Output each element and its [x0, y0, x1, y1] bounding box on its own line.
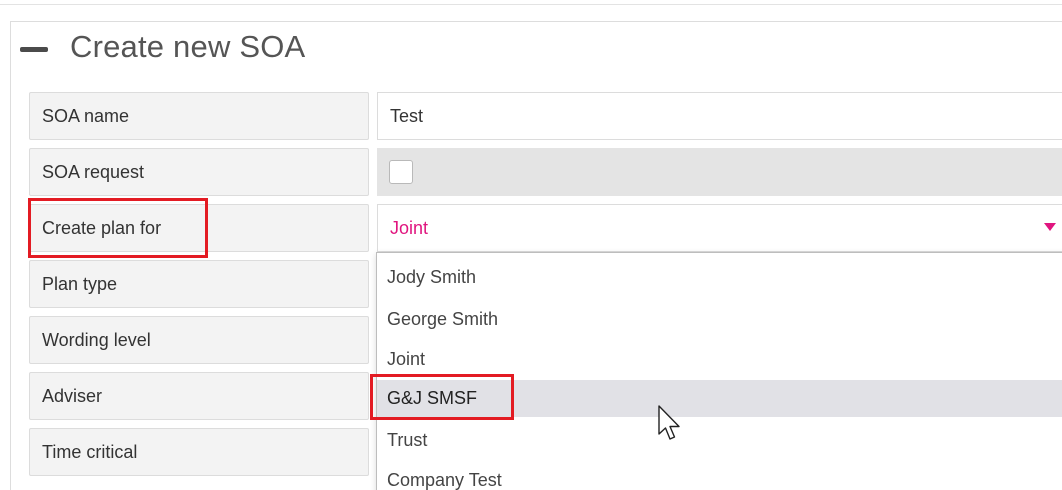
dropdown-option[interactable]: Joint: [377, 341, 1062, 378]
dropdown-option-hovered[interactable]: G&J SMSF: [377, 380, 1062, 417]
plan-type-label: Plan type: [29, 260, 369, 308]
create-plan-for-dropdown: Jody Smith George Smith Joint G&J SMSF T…: [376, 252, 1062, 490]
top-divider: [0, 0, 1062, 5]
page-title: Create new SOA: [70, 29, 306, 64]
time-critical-label: Time critical: [29, 428, 369, 476]
panel-header: Create new SOA: [20, 21, 305, 73]
dropdown-option[interactable]: Trust: [377, 422, 1062, 459]
caret-down-icon[interactable]: [1044, 223, 1056, 231]
soa-request-cell: [377, 148, 1062, 196]
dropdown-option[interactable]: George Smith: [377, 301, 1062, 338]
soa-request-label: SOA request: [29, 148, 369, 196]
mouse-pointer-icon: [658, 405, 680, 440]
minus-icon[interactable]: [20, 46, 48, 52]
soa-name-input[interactable]: Test: [377, 92, 1062, 140]
create-plan-for-label: Create plan for: [29, 204, 369, 252]
adviser-label: Adviser: [29, 372, 369, 420]
wording-level-label: Wording level: [29, 316, 369, 364]
create-plan-for-selected-value: Joint: [390, 217, 429, 238]
soa-request-checkbox[interactable]: [389, 160, 413, 184]
dropdown-option[interactable]: Company Test: [377, 462, 1062, 490]
dropdown-option[interactable]: Jody Smith: [377, 259, 1062, 296]
create-plan-for-select[interactable]: Joint: [377, 204, 1062, 252]
soa-name-label: SOA name: [29, 92, 369, 140]
